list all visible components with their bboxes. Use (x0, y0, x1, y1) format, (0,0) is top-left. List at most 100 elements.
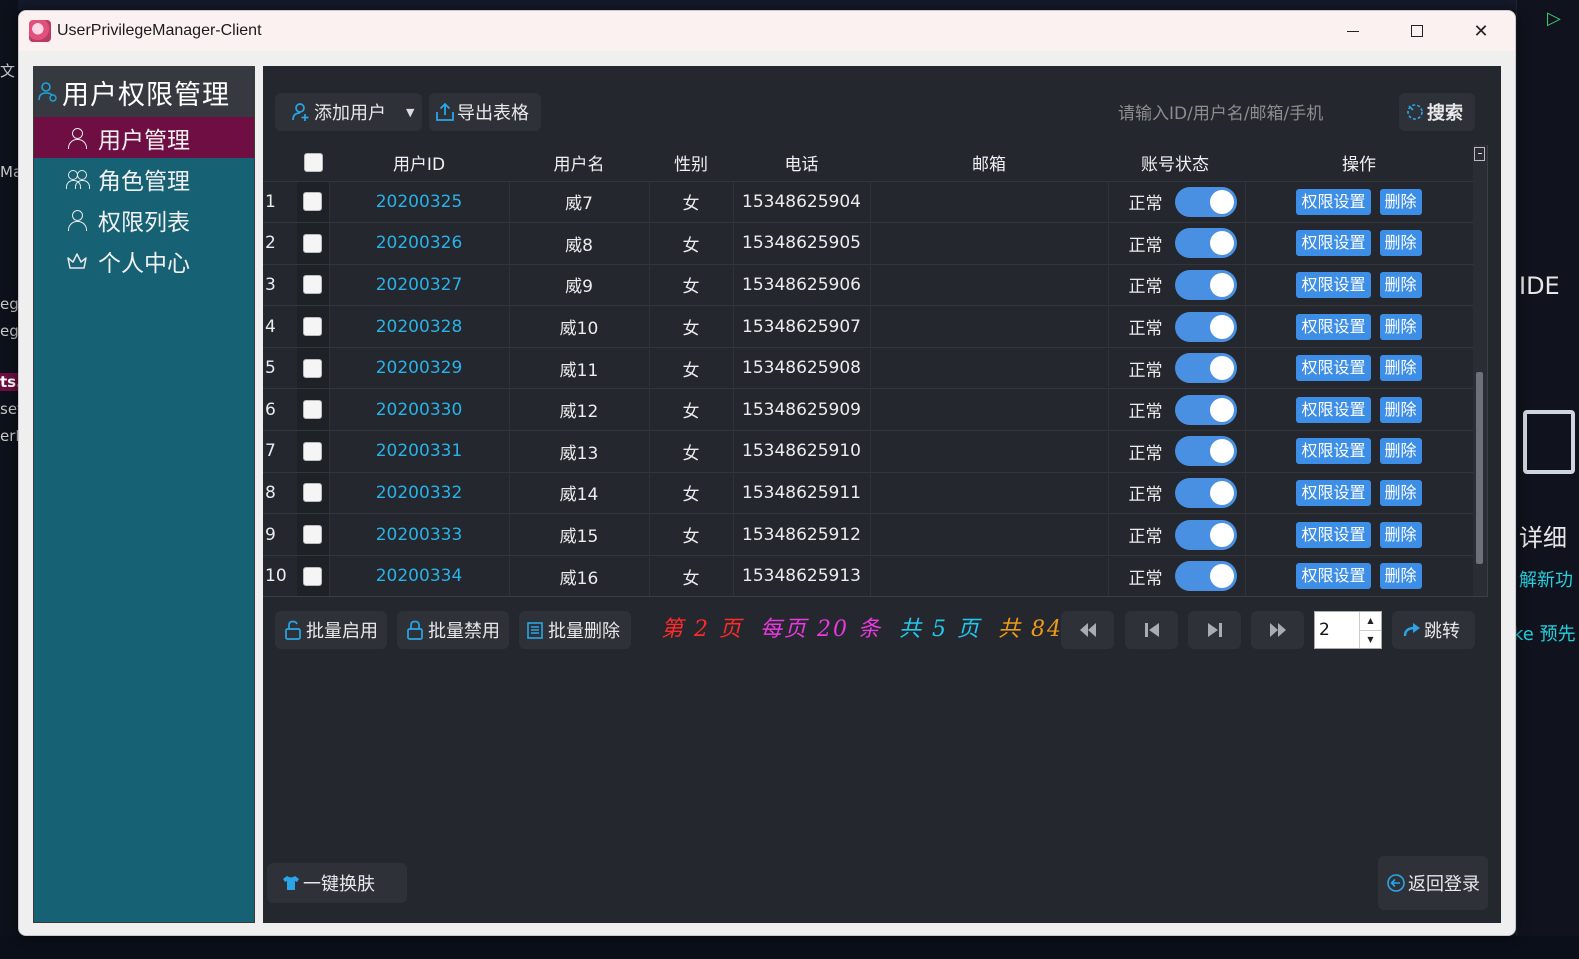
delete-button[interactable]: 删除 (1379, 271, 1422, 298)
row-checkbox[interactable] (303, 275, 323, 295)
user-id-cell[interactable]: 20200328 (329, 305, 510, 348)
sidebar-item-role-management[interactable]: 角色管理 (34, 158, 254, 199)
status-toggle[interactable] (1174, 353, 1237, 384)
row-checkbox[interactable] (303, 192, 323, 212)
table-row[interactable]: 10 20200334 威16 女 15348625913 正常 权限设置 删除 (263, 555, 1474, 596)
permission-settings-button[interactable]: 权限设置 (1296, 271, 1371, 298)
user-id-cell[interactable]: 20200327 (329, 264, 510, 306)
user-id-cell[interactable]: 20200325 (329, 181, 510, 223)
permission-settings-button[interactable]: 权限设置 (1296, 230, 1371, 257)
batch-enable-button[interactable]: 批量启用 (275, 611, 387, 649)
status-toggle[interactable] (1174, 561, 1237, 592)
delete-button[interactable]: 删除 (1379, 563, 1422, 590)
table-row[interactable]: 7 20200331 威13 女 15348625910 正常 权限设置 删除 (263, 430, 1474, 473)
row-number: 8 (263, 472, 297, 514)
scrollbar-thumb[interactable] (1476, 372, 1483, 564)
status-toggle[interactable] (1174, 394, 1237, 425)
delete-button[interactable]: 删除 (1379, 521, 1422, 548)
status-toggle[interactable] (1174, 436, 1237, 467)
permission-settings-button[interactable]: 权限设置 (1296, 355, 1371, 382)
delete-button[interactable]: 删除 (1379, 313, 1422, 340)
next-page-button[interactable] (1188, 611, 1241, 649)
status-toggle[interactable] (1174, 477, 1237, 508)
user-id-cell[interactable]: 20200329 (329, 347, 510, 389)
permission-settings-button[interactable]: 权限设置 (1296, 479, 1371, 506)
close-button[interactable]: ✕ (1449, 11, 1513, 51)
status-toggle[interactable] (1174, 311, 1237, 342)
scrollbar-corner-button[interactable] (1474, 147, 1485, 161)
spin-up-icon[interactable]: ▲ (1360, 612, 1381, 631)
add-user-button[interactable]: 添加用户 ▼ (275, 93, 422, 131)
column-header-gender[interactable]: 性别 (649, 145, 733, 181)
search-button[interactable]: 搜索 (1399, 93, 1475, 131)
table-row[interactable]: 3 20200327 威9 女 15348625906 正常 权限设置 删除 (263, 264, 1474, 306)
delete-button[interactable]: 删除 (1379, 438, 1422, 465)
row-checkbox[interactable] (303, 358, 323, 378)
first-page-button[interactable] (1061, 611, 1114, 649)
export-table-button[interactable]: 导出表格 (429, 93, 541, 131)
row-checkbox[interactable] (303, 317, 323, 337)
maximize-button[interactable] (1385, 11, 1449, 51)
table-row[interactable]: 9 20200333 威15 女 15348625912 正常 权限设置 删除 (263, 513, 1474, 556)
table-row[interactable]: 8 20200332 威14 女 15348625911 正常 权限设置 删除 (263, 472, 1474, 514)
status-toggle[interactable] (1174, 186, 1237, 217)
spin-down-icon[interactable]: ▼ (1360, 631, 1381, 649)
last-page-button[interactable] (1251, 611, 1304, 649)
user-id-cell[interactable]: 20200330 (329, 388, 510, 431)
row-checkbox[interactable] (303, 525, 323, 545)
column-header-email[interactable]: 邮箱 (870, 145, 1108, 181)
sidebar-item-personal-center[interactable]: 个人中心 (34, 240, 254, 281)
delete-button[interactable]: 删除 (1379, 355, 1422, 382)
table-row[interactable]: 6 20200330 威12 女 15348625909 正常 权限设置 删除 (263, 388, 1474, 431)
table-row[interactable]: 4 20200328 威10 女 15348625907 正常 权限设置 删除 (263, 305, 1474, 348)
sidebar-item-user-management[interactable]: 用户管理 (34, 117, 254, 158)
user-id-cell[interactable]: 20200326 (329, 222, 510, 265)
table-vertical-scrollbar[interactable] (1473, 145, 1487, 596)
search-input[interactable] (1118, 99, 1388, 129)
status-toggle[interactable] (1174, 269, 1237, 300)
jump-button[interactable]: 跳转 (1392, 611, 1475, 649)
delete-button[interactable]: 删除 (1379, 479, 1422, 506)
permission-settings-button[interactable]: 权限设置 (1296, 396, 1371, 423)
status-toggle[interactable] (1174, 519, 1237, 550)
column-header-ops[interactable]: 操作 (1245, 145, 1473, 181)
table-row[interactable]: 5 20200329 威11 女 15348625908 正常 权限设置 删除 (263, 347, 1474, 389)
row-checkbox[interactable] (303, 441, 323, 461)
permission-settings-button[interactable]: 权限设置 (1296, 438, 1371, 465)
permission-settings-button[interactable]: 权限设置 (1296, 563, 1371, 590)
sidebar-item-permission-list[interactable]: 权限列表 (34, 199, 254, 240)
back-to-login-button[interactable]: 返回登录 (1378, 856, 1488, 910)
row-checkbox[interactable] (303, 400, 323, 420)
user-id-cell[interactable]: 20200331 (329, 430, 510, 473)
permission-settings-button[interactable]: 权限设置 (1296, 313, 1371, 340)
batch-disable-button[interactable]: 批量禁用 (397, 611, 509, 649)
permission-settings-button[interactable]: 权限设置 (1296, 521, 1371, 548)
column-header-name[interactable]: 用户名 (509, 145, 649, 181)
permission-settings-button[interactable]: 权限设置 (1296, 188, 1371, 215)
table-row[interactable]: 1 20200325 威7 女 15348625904 正常 权限设置 删除 (263, 181, 1474, 223)
table-row[interactable]: 2 20200326 威8 女 15348625905 正常 权限设置 删除 (263, 222, 1474, 265)
column-header-status[interactable]: 账号状态 (1108, 145, 1245, 181)
user-email-cell (870, 430, 1109, 473)
title-bar[interactable]: UserPrivilegeManager-Client ✕ (19, 11, 1515, 51)
status-toggle[interactable] (1174, 228, 1237, 259)
page-number-input[interactable] (1315, 612, 1359, 648)
user-id-cell[interactable]: 20200334 (329, 555, 510, 596)
delete-button[interactable]: 删除 (1379, 396, 1422, 423)
select-all-checkbox[interactable] (303, 153, 323, 173)
row-checkbox[interactable] (303, 483, 323, 503)
previous-page-button[interactable] (1125, 611, 1178, 649)
batch-delete-button[interactable]: 批量删除 (519, 611, 631, 649)
chevron-down-icon[interactable]: ▼ (406, 106, 414, 119)
minimize-button[interactable] (1321, 11, 1385, 51)
user-id-cell[interactable]: 20200332 (329, 472, 510, 514)
row-checkbox[interactable] (303, 233, 323, 253)
page-number-spinbox[interactable]: ▲ ▼ (1314, 611, 1382, 649)
delete-button[interactable]: 删除 (1379, 188, 1422, 215)
row-checkbox[interactable] (303, 566, 323, 586)
column-header-phone[interactable]: 电话 (733, 145, 870, 181)
skin-change-button[interactable]: 一键换肤 (267, 863, 407, 903)
delete-button[interactable]: 删除 (1379, 230, 1422, 257)
column-header-id[interactable]: 用户ID (329, 145, 509, 181)
user-id-cell[interactable]: 20200333 (329, 513, 510, 556)
